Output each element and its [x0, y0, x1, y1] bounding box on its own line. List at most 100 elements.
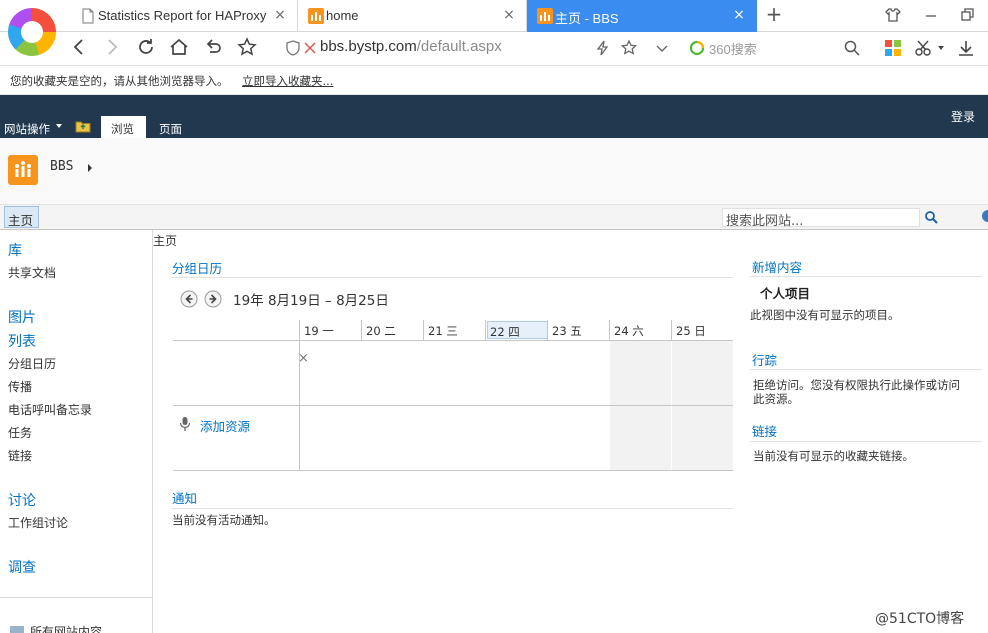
calendar-row-line	[173, 470, 733, 471]
site-actions-menu[interactable]: 网站操作	[4, 121, 50, 137]
calendar-day-header[interactable]: 21 三	[423, 320, 485, 340]
apps-grid-icon[interactable]	[884, 39, 902, 57]
ribbon-tab-page[interactable]: 页面	[159, 121, 182, 137]
ql-item-circulations[interactable]: 传播	[8, 378, 32, 395]
url-host: bbs.bystp.com	[320, 38, 417, 55]
ribbon-tab-browse-label: 浏览	[111, 122, 134, 136]
whats-new-empty-message: 此视图中没有可显示的项目。	[750, 308, 900, 322]
tab-close-button[interactable]: ×	[502, 6, 516, 24]
tab-bbs-home[interactable]: 主页 - BBS ×	[527, 0, 757, 32]
add-resource-link[interactable]: 添加资源	[200, 416, 250, 435]
sharepoint-site-icon	[537, 8, 553, 24]
calendar-day-header[interactable]: 24 六	[609, 320, 671, 340]
favorite-star-icon[interactable]	[236, 36, 258, 58]
calendar-column-divider	[299, 320, 300, 470]
ql-heading-lists[interactable]: 列表	[8, 331, 36, 351]
ribbon-tab-browse[interactable]: 浏览	[101, 116, 146, 138]
links-title[interactable]: 链接	[752, 421, 777, 440]
back-arrow-icon[interactable]	[68, 36, 90, 58]
announcements-empty-message: 当前没有活动通知。	[172, 513, 276, 527]
topnav-home-label: 主页	[8, 213, 34, 228]
search-engine-360-icon	[689, 40, 705, 56]
navigate-up-folder-icon[interactable]	[75, 119, 91, 133]
url-path: /default.aspx	[416, 38, 502, 55]
remove-resource-icon[interactable]: ×	[298, 351, 309, 366]
site-search-placeholder: 搜索此网站...	[726, 214, 804, 229]
site-search-input[interactable]: 搜索此网站...	[722, 208, 920, 229]
ql-item-group-calendar[interactable]: 分组日历	[8, 355, 56, 372]
tab-close-button[interactable]: ×	[273, 6, 287, 24]
calendar-row-line	[173, 340, 733, 341]
announcements-webpart-title[interactable]: 通知	[172, 488, 197, 507]
shield-icon[interactable]	[285, 40, 301, 56]
calendar-webpart-title[interactable]: 分组日历	[172, 258, 222, 277]
quick-launch-separator	[0, 597, 152, 598]
ql-item-phone-memo[interactable]: 电话呼叫备忘录	[8, 401, 92, 418]
ql-heading-discussions[interactable]: 讨论	[8, 490, 36, 510]
ql-heading-surveys[interactable]: 调查	[8, 557, 36, 577]
ql-heading-pictures[interactable]: 图片	[8, 307, 36, 327]
quick-launch-divider	[152, 230, 153, 633]
sharepoint-site-icon	[308, 8, 324, 24]
calendar-day-header[interactable]: 20 二	[361, 320, 423, 340]
address-bar-url[interactable]: bbs.bystp.com/default.aspx	[320, 38, 502, 55]
tab-haproxy[interactable]: Statistics Report for HAProxy ×	[70, 0, 298, 32]
search-icon[interactable]	[843, 39, 861, 57]
calendar-day-header[interactable]: 19 一	[299, 320, 361, 340]
site-title-area	[0, 138, 988, 204]
site-logo-icon[interactable]	[8, 155, 38, 185]
calendar-day-header[interactable]: 23 五	[547, 320, 609, 340]
ql-item-team-discussion[interactable]: 工作组讨论	[8, 514, 68, 531]
ql-all-site-content[interactable]: 所有网站内容	[30, 623, 102, 633]
calendar-row-line	[173, 405, 733, 406]
download-icon[interactable]	[956, 38, 976, 58]
whats-new-subtitle: 个人项目	[760, 286, 811, 301]
undo-icon[interactable]	[202, 36, 224, 58]
refresh-icon[interactable]	[135, 36, 157, 58]
skin-shirt-icon[interactable]	[884, 6, 902, 24]
next-week-icon[interactable]	[204, 290, 222, 308]
caret-down-icon[interactable]	[937, 44, 945, 52]
import-favorites-link[interactable]: 立即导入收藏夹...	[242, 73, 333, 89]
breadcrumb-arrow-icon	[88, 164, 92, 172]
whats-new-title[interactable]: 新增内容	[752, 257, 802, 276]
minimize-icon[interactable]	[922, 6, 940, 24]
calendar-day-header-today[interactable]: 22 四	[485, 320, 548, 340]
favorites-empty-message: 您的收藏夹是空的，请从其他浏览器导入。	[10, 74, 229, 88]
calendar-day-header[interactable]: 25 日	[671, 320, 733, 340]
day-label: 25 日	[676, 324, 706, 338]
restore-icon[interactable]	[958, 6, 976, 24]
login-link[interactable]: 登录	[951, 108, 975, 125]
day-label: 24 六	[614, 324, 644, 338]
day-label: 23 五	[552, 324, 582, 338]
webpart-title-line	[750, 441, 982, 442]
webpart-title-line	[750, 276, 982, 277]
ql-heading-libraries[interactable]: 库	[8, 240, 22, 260]
browser-search-input[interactable]: 360搜索	[709, 39, 757, 58]
help-icon[interactable]	[982, 210, 988, 222]
browser-logo-icon	[8, 8, 56, 56]
tab-close-button[interactable]: ×	[732, 6, 746, 24]
search-icon[interactable]	[921, 208, 943, 227]
day-label: 20 二	[366, 324, 396, 338]
tab-home[interactable]: home ×	[298, 0, 527, 32]
tab-title: Statistics Report for HAProxy	[98, 8, 267, 23]
chevron-down-icon[interactable]	[654, 40, 670, 56]
lightning-icon[interactable]	[594, 39, 612, 57]
ql-item-tasks[interactable]: 任务	[8, 424, 32, 441]
document-icon	[82, 8, 94, 24]
home-icon[interactable]	[168, 36, 190, 58]
topnav-home-tab[interactable]: 主页	[4, 206, 39, 228]
ql-item-links[interactable]: 链接	[8, 447, 32, 464]
site-title[interactable]: BBS	[50, 159, 73, 174]
ribbon-bar	[0, 95, 988, 138]
scissors-icon[interactable]	[914, 39, 934, 57]
forward-arrow-icon[interactable]	[101, 36, 123, 58]
bookmark-star-icon[interactable]	[620, 39, 638, 57]
tracking-title[interactable]: 行踪	[752, 350, 777, 369]
new-tab-button[interactable]: +	[764, 4, 784, 26]
ql-item-shared-documents[interactable]: 共享文档	[8, 264, 56, 281]
site-actions-caret-icon[interactable]	[56, 124, 62, 128]
previous-week-icon[interactable]	[180, 290, 198, 308]
day-label: 19 一	[304, 324, 334, 338]
